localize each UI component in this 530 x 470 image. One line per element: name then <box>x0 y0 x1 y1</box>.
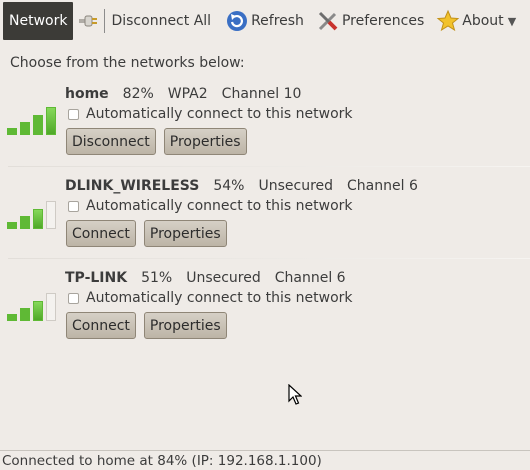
signal-strength-icon <box>7 291 59 321</box>
network-name: DLINK_WIRELESS <box>65 178 200 194</box>
auto-connect-label: Automatically connect to this network <box>86 290 353 306</box>
preferences-label: Preferences <box>341 13 425 29</box>
network-security: WPA2 <box>167 86 208 102</box>
network-strength: 82% <box>122 86 154 102</box>
network-info: home 82% WPA2 Channel 10 <box>65 86 315 102</box>
mouse-cursor-icon <box>288 383 303 410</box>
signal-strength-icon <box>7 199 59 229</box>
divider <box>8 258 530 259</box>
network-info: DLINK_WIRELESS 54% Unsecured Channel 6 <box>65 178 432 194</box>
divider <box>8 166 530 167</box>
plug-icon <box>77 9 101 33</box>
network-security: Unsecured <box>186 270 261 286</box>
connect-button[interactable]: Connect <box>66 312 136 339</box>
network-label: Network <box>9 13 68 29</box>
overflow-menu-arrow-icon[interactable]: ▼ <box>508 15 516 28</box>
toolbar: Network Disconnect All Refresh Preferenc… <box>0 0 530 42</box>
auto-connect-label: Automatically connect to this network <box>86 106 353 122</box>
about-button[interactable]: About <box>432 1 507 41</box>
connect-button[interactable]: Connect <box>66 220 136 247</box>
checkbox-box[interactable] <box>68 108 79 120</box>
properties-button[interactable]: Properties <box>163 128 247 155</box>
network-channel: Channel 6 <box>274 270 346 286</box>
properties-button[interactable]: Properties <box>143 312 227 339</box>
network-name: TP-LINK <box>65 270 128 286</box>
network-info: TP-LINK 51% Unsecured Channel 6 <box>65 270 360 286</box>
status-bar: Connected to home at 84% (IP: 192.168.1.… <box>0 450 530 470</box>
checkbox-box[interactable] <box>68 292 79 304</box>
network-security: Unsecured <box>258 178 334 194</box>
network-strength: 54% <box>213 178 245 194</box>
about-label: About <box>462 13 504 29</box>
properties-button[interactable]: Properties <box>143 220 227 247</box>
auto-connect-checkbox[interactable]: Automatically connect to this network <box>68 290 353 306</box>
preferences-button[interactable]: Preferences <box>312 1 428 41</box>
signal-strength-icon <box>7 105 59 135</box>
toolbar-separator <box>104 9 106 33</box>
auto-connect-label: Automatically connect to this network <box>86 198 353 214</box>
network-entry: DLINK_WIRELESS 54% Unsecured Channel 6 Auto… <box>0 166 530 254</box>
refresh-icon <box>225 9 249 33</box>
network-button[interactable]: Network <box>3 2 74 40</box>
network-channel: Channel 10 <box>221 86 302 102</box>
network-entry: home 82% WPA2 Channel 10 Automatically conn… <box>0 78 530 166</box>
disconnect-button[interactable]: Disconnect <box>66 128 156 155</box>
network-channel: Channel 6 <box>347 178 418 194</box>
network-name: home <box>65 86 109 102</box>
network-entry: TP-LINK 51% Unsecured Channel 6 Automatical… <box>0 258 530 346</box>
intro-text: Choose from the networks below: <box>10 55 245 71</box>
disconnect-all-label: Disconnect All <box>111 13 212 29</box>
status-text: Connected to home at 84% (IP: 192.168.1.… <box>2 453 322 469</box>
tools-icon <box>316 9 340 33</box>
auto-connect-checkbox[interactable]: Automatically connect to this network <box>68 198 353 214</box>
refresh-button[interactable]: Refresh <box>221 1 308 41</box>
disconnect-all-button[interactable]: Disconnect All <box>73 1 215 41</box>
checkbox-box[interactable] <box>68 200 79 212</box>
star-icon <box>436 9 460 33</box>
refresh-label: Refresh <box>251 13 304 29</box>
auto-connect-checkbox[interactable]: Automatically connect to this network <box>68 106 353 122</box>
network-strength: 51% <box>141 270 173 286</box>
